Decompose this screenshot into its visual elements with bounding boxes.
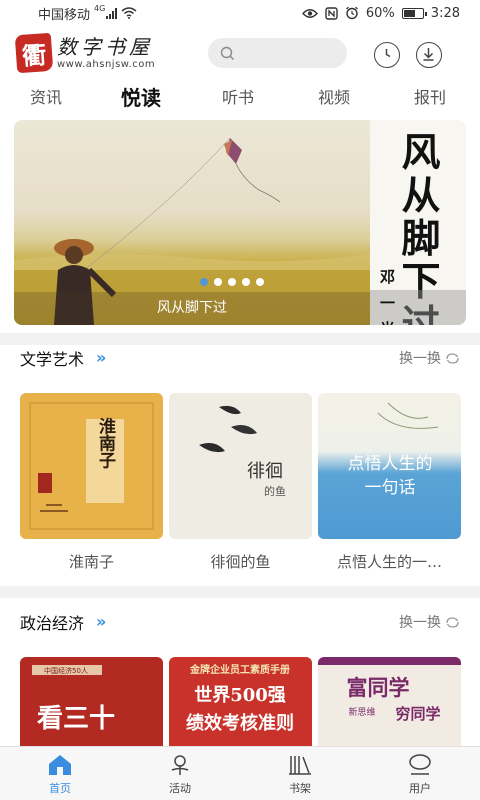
book-cover-title: 看三十: [37, 704, 115, 734]
svg-text:一句话: 一句话: [365, 478, 416, 498]
carousel-dot[interactable]: [214, 278, 222, 286]
book-card[interactable]: 徘徊 的鱼 徘徊的鱼: [169, 393, 312, 572]
category-tabs: 资讯 悦读 听书 视频 报刊: [0, 84, 480, 110]
battery-icon: [401, 7, 427, 19]
battery-level: [403, 9, 415, 17]
tab-video[interactable]: 视频: [318, 84, 350, 108]
book-cover[interactable]: 淮南子: [20, 393, 163, 539]
chevron-right-icon[interactable]: »: [96, 348, 106, 367]
section-title[interactable]: 政治经济: [20, 610, 84, 634]
bookshelf-icon: [289, 756, 311, 775]
banner-book-cover: 风从脚下过 邓一光: [370, 120, 466, 325]
carrier-label: 中国移动: [38, 7, 91, 23]
download-button[interactable]: [416, 42, 442, 68]
book-cover-art: 徘徊 的鱼: [199, 405, 286, 498]
wifi-icon: [121, 7, 137, 19]
book-card[interactable]: 淮南子 淮南子: [20, 393, 163, 572]
carousel-dot[interactable]: [242, 278, 250, 286]
refresh-label: 换一换: [399, 615, 441, 631]
book-cover-title: 点悟人生的: [348, 454, 433, 474]
refresh-label: 换一换: [399, 351, 441, 367]
nav-bookshelf[interactable]: 书架: [270, 753, 330, 796]
banner-cover-author: 邓一光: [380, 268, 396, 325]
carousel-dot[interactable]: [200, 278, 208, 286]
nav-activity[interactable]: 活动: [150, 753, 210, 796]
book-cover-title: 富同学: [347, 675, 410, 700]
nfc-icon: [325, 6, 338, 20]
section-header-literature: 文学艺术 » 换一换: [0, 346, 480, 370]
logo[interactable]: 衢 数字书屋 www.ahsnjsw.com: [14, 32, 155, 74]
tab-news[interactable]: 资讯: [30, 84, 62, 108]
refresh-button[interactable]: 换一换: [399, 612, 460, 632]
refresh-button[interactable]: 换一换: [399, 348, 460, 368]
section-divider: [0, 586, 480, 598]
user-icon: [409, 754, 431, 775]
book-cover-art: 点悟人生的 一句话: [348, 402, 439, 498]
history-button[interactable]: [374, 42, 400, 68]
refresh-icon: [446, 352, 459, 364]
chevron-right-icon[interactable]: »: [96, 612, 106, 631]
search-input[interactable]: [241, 45, 341, 61]
bottom-navigation: 首页 活动 书架 用户: [0, 746, 480, 800]
book-cover-art: 淮南子: [29, 402, 154, 530]
book-cover-title: 世界500强: [194, 685, 286, 706]
search-bar[interactable]: [208, 38, 347, 68]
section-title[interactable]: 文学艺术: [20, 346, 84, 370]
download-icon: [423, 48, 434, 61]
svg-text:的鱼: 的鱼: [264, 484, 286, 498]
section-divider: [0, 333, 480, 345]
book-cover[interactable]: 点悟人生的 一句话: [318, 393, 461, 539]
book-title[interactable]: 徘徊的鱼: [169, 551, 312, 572]
tab-periodicals[interactable]: 报刊: [414, 84, 446, 108]
signal-icon: [106, 7, 118, 19]
refresh-icon: [446, 616, 459, 628]
book-cover-subtitle: 中国经济50人: [44, 666, 88, 675]
book-card[interactable]: 点悟人生的 一句话 点悟人生的一…: [318, 393, 461, 572]
nav-user[interactable]: 用户: [390, 753, 450, 796]
logo-seal: 衢: [14, 32, 54, 74]
clock-time: 3:28: [430, 5, 460, 21]
status-left: 中国移动 4G: [38, 4, 137, 23]
book-title[interactable]: 点悟人生的一…: [318, 551, 461, 572]
tab-audiobooks[interactable]: 听书: [222, 84, 254, 108]
book-cover-subtitle: 金牌企业员工素质手册: [189, 663, 290, 676]
logo-text: 数字书屋 www.ahsnjsw.com: [57, 35, 155, 71]
alarm-icon: [345, 6, 358, 20]
nav-user-label: 用户: [409, 782, 431, 795]
battery-percent: 60%: [365, 5, 395, 21]
nav-home-label: 首页: [49, 782, 71, 795]
book-cover-subtitle: 新思维: [348, 706, 375, 718]
app-header: 衢 数字书屋 www.ahsnjsw.com: [0, 30, 480, 80]
tab-reading[interactable]: 悦读: [121, 82, 161, 111]
nav-bookshelf-label: 书架: [289, 782, 311, 795]
history-icon: [385, 49, 391, 58]
nav-home[interactable]: 首页: [30, 753, 90, 796]
book-title[interactable]: 淮南子: [20, 551, 163, 572]
search-icon: [220, 46, 234, 60]
book-cover-title: 淮南子: [95, 417, 116, 469]
carousel-dot[interactable]: [228, 278, 236, 286]
book-cover[interactable]: 徘徊 的鱼: [169, 393, 312, 539]
home-icon: [49, 755, 71, 775]
nav-activity-label: 活动: [169, 782, 191, 795]
status-right: 60% 3:28: [301, 5, 460, 21]
logo-url: www.ahsnjsw.com: [57, 59, 156, 70]
network-type-label: 4G: [94, 3, 106, 13]
eye-icon: [301, 8, 318, 18]
status-bar: 中国移动 4G 60% 3:28: [0, 0, 480, 26]
section-header-politics-economy: 政治经济 » 换一换: [0, 610, 480, 634]
logo-name: 数字书屋: [57, 35, 153, 59]
banner-caption: 风从脚下过: [14, 292, 370, 325]
carousel-dot[interactable]: [256, 278, 264, 286]
book-cover-title: 徘徊: [247, 461, 283, 482]
svg-text:绩效考核准则: 绩效考核准则: [186, 712, 294, 734]
activity-icon: [171, 755, 189, 775]
svg-text:穷同学: 穷同学: [395, 705, 440, 723]
carousel-indicators: [200, 278, 264, 286]
banner-carousel[interactable]: 风从脚下过 风从脚下过 邓一光: [14, 120, 466, 325]
